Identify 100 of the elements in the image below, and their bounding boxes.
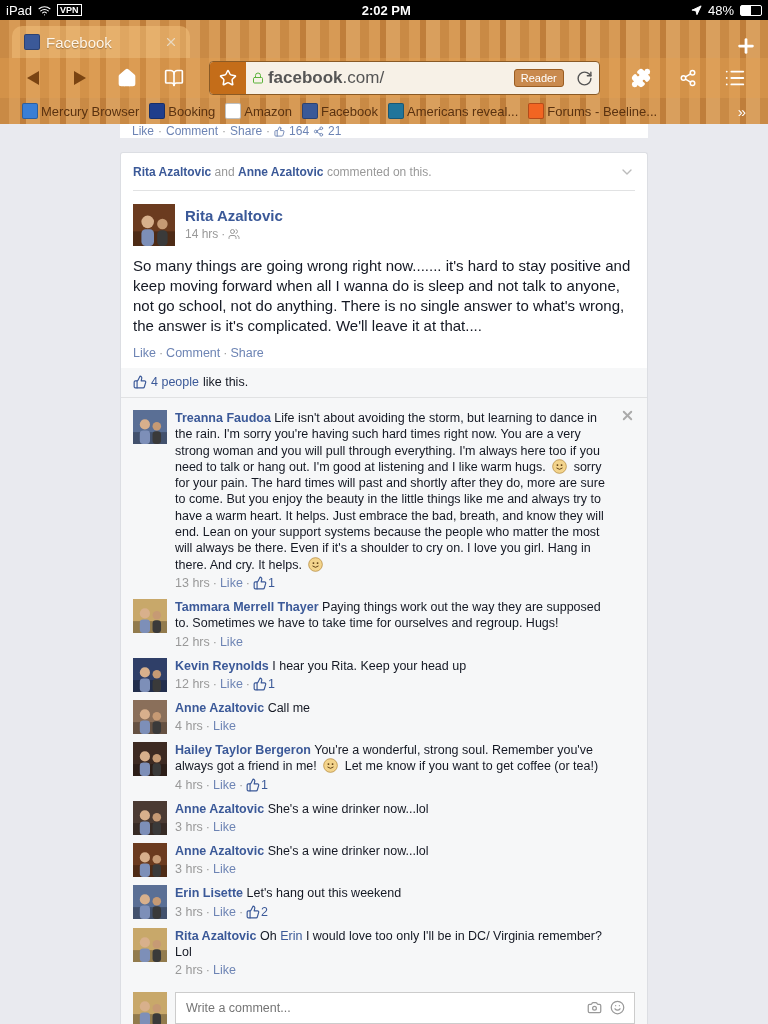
action-link[interactable]: Share <box>230 346 264 360</box>
reload-icon[interactable] <box>575 69 593 87</box>
share-icon <box>678 69 697 87</box>
bookmark-link[interactable]: Amazon <box>225 103 292 119</box>
action-link[interactable]: Share <box>230 124 263 138</box>
bookmark-link[interactable]: Facebook <box>301 103 379 119</box>
separator-dot: · <box>222 124 227 138</box>
bookmark-link[interactable]: Forums - Beeline... <box>528 103 658 119</box>
location-icon <box>690 4 702 16</box>
address-bar[interactable]: facebook.com/ Reader <box>208 61 600 95</box>
separator-dot: · <box>205 777 210 793</box>
story-header: Rita Azaltovic and Anne Azaltovic commented on this. <box>133 165 432 179</box>
action-link[interactable]: Comment <box>166 346 221 360</box>
like-link[interactable]: Like <box>212 904 236 920</box>
separator-dot: · <box>221 227 226 241</box>
comment-field[interactable]: Write a comment... <box>175 992 635 1024</box>
favorite-button[interactable] <box>209 62 246 94</box>
bookmark-link[interactable]: Mercury Browser <box>22 103 140 119</box>
commenter-name[interactable]: Treanna Faudoa <box>175 411 271 425</box>
comment-like-count[interactable]: 1 <box>253 575 275 591</box>
commenter-name[interactable]: Erin Lisette <box>175 886 244 901</box>
vpn-badge: VPN <box>57 4 82 16</box>
comment-like-count[interactable]: 2 <box>246 904 269 920</box>
site-icon <box>24 34 40 50</box>
like-icon <box>246 778 261 793</box>
separator-dot: · <box>212 676 217 692</box>
like-link[interactable]: Like <box>219 575 243 591</box>
like-link[interactable]: Like <box>212 777 236 793</box>
commenter-name[interactable]: Hailey Taylor Bergeron <box>175 743 311 758</box>
comment-text: Kevin Reynolds I hear you Rita. Keep your head up <box>175 657 468 674</box>
like-link[interactable]: Like <box>219 676 243 692</box>
separator-dot: · <box>245 575 251 591</box>
comment-time: 4 hrs <box>175 719 203 735</box>
reader-button[interactable]: Reader <box>513 69 564 87</box>
comment-like-count[interactable]: 1 <box>253 676 275 692</box>
separator-dot: · <box>245 676 251 692</box>
comment-like-count[interactable]: 1 <box>246 777 269 793</box>
comment-text: Anne Azaltovic Call me <box>175 699 311 717</box>
comment-time: 4 hrs <box>175 777 203 793</box>
separator-dot: · <box>212 575 217 591</box>
star-icon <box>218 69 237 87</box>
separator-dot: · <box>205 904 210 920</box>
commenter-name[interactable]: Anne Azaltovic <box>175 844 265 859</box>
bookmark-link[interactable]: Americans reveal... <box>388 103 519 119</box>
comment-text: Erin Lisette Let's hang out this weekend <box>175 885 403 902</box>
comment-time: 3 hrs <box>175 862 203 878</box>
comment-text: Rita Azaltovic Oh Erin I would love too only I'll be in DC/ Virginia remember? Lol <box>175 927 603 961</box>
action-link[interactable]: Like <box>133 346 156 360</box>
like-link[interactable]: Like <box>219 634 243 650</box>
smiley-icon <box>323 758 339 774</box>
author-name[interactable]: Rita Azaltovic <box>185 207 283 224</box>
like-link[interactable]: Like <box>212 963 236 979</box>
book-icon <box>163 68 184 88</box>
like-link[interactable]: Like <box>212 820 236 836</box>
commenter-name[interactable]: Rita Azaltovic <box>175 928 257 943</box>
commenter-name[interactable]: Tammara Merrell Thayer <box>175 599 319 614</box>
action-link[interactable]: Like <box>132 124 154 138</box>
like-link[interactable]: Like <box>212 862 236 878</box>
url-text: facebook.com/ <box>267 68 385 88</box>
comment-time: 2 hrs <box>175 963 203 979</box>
more-bookmarks-button[interactable]: » <box>737 102 746 120</box>
battery-icon <box>740 4 762 16</box>
mention-link[interactable]: Erin <box>280 928 303 943</box>
profile-link[interactable]: Anne Azaltovic <box>237 165 324 179</box>
home-icon <box>116 68 137 88</box>
like-icon <box>253 677 268 692</box>
comment-time: 12 hrs <box>175 634 210 650</box>
smiley-icon <box>308 556 324 572</box>
plus-icon <box>735 35 757 57</box>
forward-icon <box>73 70 88 86</box>
emoji-icon[interactable] <box>610 1000 625 1016</box>
share-count: 21 <box>328 124 342 138</box>
action-link[interactable]: Comment <box>166 124 219 138</box>
camera-icon[interactable] <box>587 1000 602 1016</box>
comment-text: Anne Azaltovic She's a wine drinker now...lol <box>175 843 430 860</box>
close-icon <box>620 408 635 423</box>
separator-dot: · <box>205 862 210 878</box>
close-icon[interactable] <box>164 35 178 49</box>
commenter-name[interactable]: Anne Azaltovic <box>175 801 265 816</box>
separator-dot: · <box>158 346 164 360</box>
bookmark-link[interactable]: Booking <box>149 103 216 119</box>
separator-dot: · <box>238 777 244 793</box>
commenter-name[interactable]: Anne Azaltovic <box>175 700 265 715</box>
separator-dot: · <box>223 346 228 360</box>
comment-text: Anne Azaltovic She's a wine drinker now...lol <box>175 800 430 818</box>
profile-link[interactable]: Rita Azaltovic <box>133 165 212 179</box>
comment-time: 12 hrs <box>175 676 210 692</box>
comment-time: 3 hrs <box>175 820 203 836</box>
separator-dot: · <box>205 719 210 735</box>
separator-dot: · <box>212 634 217 650</box>
comment-text: Hailey Taylor Bergeron You're a wonderful, strong soul. Remember you've always got a friend in me! Let me know if you want to get coffee (or tea!) <box>175 742 600 775</box>
post-time: 14 hrs <box>185 227 219 241</box>
battery-percent: 48% <box>707 2 734 18</box>
like-link[interactable]: Like <box>212 719 236 735</box>
separator-dot: · <box>238 904 244 920</box>
likers-link[interactable]: 4 people <box>151 375 199 389</box>
commenter-name[interactable]: Kevin Reynolds <box>175 658 269 673</box>
like-icon <box>133 375 147 389</box>
post-text: So many things are going wrong right now....... it's hard to stay positive and keep moving forward when all I wanna do is sleep and not talk to anyone, not go school, not do anything. There is no single answer to what's wrong, the answer is it's complicated. We'll leave it at that.... <box>133 256 632 336</box>
like-icon <box>246 905 261 920</box>
